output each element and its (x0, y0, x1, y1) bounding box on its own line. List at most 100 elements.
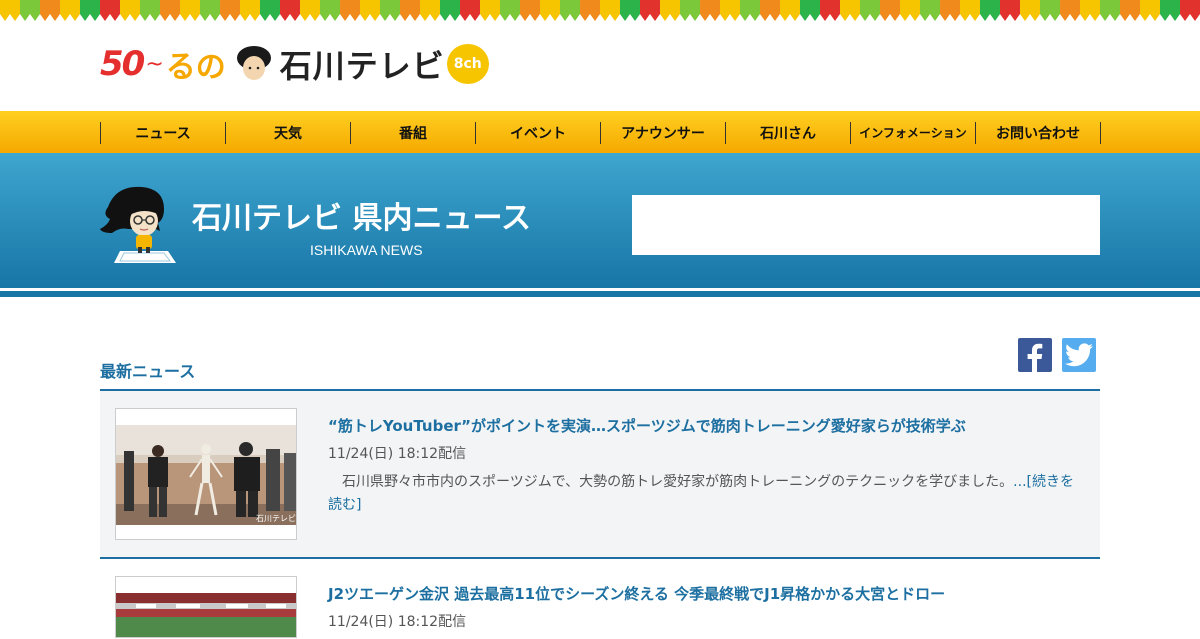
bunting-flag (320, 0, 340, 21)
nav-item-events[interactable]: イベント (476, 122, 601, 144)
global-nav-list: ニュース 天気 番組 イベント アナウンサー 石川さん インフォメーション お問… (100, 122, 1101, 144)
news-list-item: 石川テレビ “筋トレYouTuber”がポイントを実演…スポーツジムで筋肉トレー… (100, 391, 1100, 559)
bunting-flag (240, 0, 260, 21)
bunting-flag (100, 0, 120, 21)
bunting-flag (820, 0, 840, 21)
news-thumbnail[interactable] (115, 576, 297, 638)
bunting-flag (440, 0, 460, 21)
nav-item-programs[interactable]: 番組 (351, 122, 476, 144)
news-thumbnail[interactable]: 石川テレビ (115, 408, 297, 540)
bunting-flag (480, 0, 500, 21)
bunting-flag (760, 0, 780, 21)
bunting-flag (160, 0, 180, 21)
nav-item-contact[interactable]: お問い合わせ (976, 122, 1101, 144)
bunting-flag (1000, 0, 1020, 21)
nav-item-weather[interactable]: 天気 (226, 122, 351, 144)
site-header: 50 ~ るの 石川テレビ 8ch (0, 22, 1200, 111)
mascot-icon (236, 46, 271, 80)
bunting-flag (80, 0, 100, 21)
bunting-flag (400, 0, 420, 21)
bunting-flag (120, 0, 140, 21)
bunting-flag (200, 0, 220, 21)
news-list-item: J2ツエーゲン金沢 過去最高11位でシーズン終える 今季最終戦でJ1昇格かかる大… (100, 559, 1100, 639)
news-date: 11/24(日) 18:12配信 (328, 614, 467, 630)
bunting-flag (360, 0, 380, 21)
nav-item-ishikawa-san[interactable]: 石川さん (726, 122, 851, 144)
bunting-flag (980, 0, 1000, 21)
bunting-flag (180, 0, 200, 21)
nav-item-announcers[interactable]: アナウンサー (601, 122, 726, 144)
bunting-flag (220, 0, 240, 21)
bunting-flag (380, 0, 400, 21)
bunting-flag (60, 0, 80, 21)
logo-name: 石川テレビ (279, 47, 445, 85)
bunting-flag (620, 0, 640, 21)
bunting-flag (960, 0, 980, 21)
bunting-flag (1160, 0, 1180, 21)
bunting-flag (500, 0, 520, 21)
nav-item-information[interactable]: インフォメーション (851, 122, 976, 144)
facebook-share-button[interactable] (1018, 338, 1052, 372)
bunting-flag (40, 0, 60, 21)
stadium-photo-image (116, 577, 296, 637)
bunting-flag (1080, 0, 1100, 21)
bunting-flag (580, 0, 600, 21)
thumbnail-watermark: 石川テレビ (256, 514, 296, 523)
bunting-flag (640, 0, 660, 21)
bunting-flag (900, 0, 920, 21)
gym-photo-image: 石川テレビ (116, 409, 296, 539)
hero-divider-blue (0, 291, 1200, 297)
news-summary: 石川県野々市市内のスポーツジムで、大勢の筋トレ愛好家が筋肉トレーニングのテクニッ… (328, 471, 1080, 517)
bunting-flag (1060, 0, 1080, 21)
page-title: 石川テレビ 県内ニュース (192, 201, 531, 236)
bunting-flag (140, 0, 160, 21)
bunting-flag (680, 0, 700, 21)
channel-badge: 8ch (446, 44, 489, 84)
bunting-flag (1140, 0, 1160, 21)
bunting-flag (20, 0, 40, 21)
bunting-flag (700, 0, 720, 21)
news-date: 11/24(日) 18:12配信 (328, 446, 467, 462)
bunting-flag (1040, 0, 1060, 21)
bunting-flag (720, 0, 740, 21)
bunting-flag (880, 0, 900, 21)
bunting-flag (660, 0, 680, 21)
bunting-flag (520, 0, 540, 21)
bunting-flag (560, 0, 580, 21)
bunting-flag (260, 0, 280, 21)
logo-anniversary: 50 (100, 44, 145, 84)
bunting-flag (740, 0, 760, 21)
bunting-flag (920, 0, 940, 21)
hero-mascot-icon (100, 186, 176, 263)
section-title: 最新ニュース (100, 362, 196, 381)
bunting-flag (860, 0, 880, 21)
bunting-flag (280, 0, 300, 21)
bunting-flag (940, 0, 960, 21)
bunting-flag (800, 0, 820, 21)
bunting-flag (600, 0, 620, 21)
bunting-flag (300, 0, 320, 21)
facebook-icon (1027, 343, 1043, 372)
ad-banner-slot[interactable] (632, 195, 1100, 255)
news-title[interactable]: “筋トレYouTuber”がポイントを実演…スポーツジムで筋肉トレーニング愛好家… (328, 415, 966, 436)
bunting-flag (1180, 0, 1200, 21)
site-logo[interactable]: 50 ~ るの 石川テレビ 8ch (100, 42, 489, 86)
top-bunting (0, 0, 1200, 22)
bunting-flag (840, 0, 860, 21)
news-summary-text: 石川県野々市市内のスポーツジムで、大勢の筋トレ愛好家が筋肉トレーニングのテクニッ… (342, 474, 1014, 490)
bunting-flag (340, 0, 360, 21)
bunting-flag (1100, 0, 1120, 21)
bunting-flag (780, 0, 800, 21)
bunting-flag (540, 0, 560, 21)
bunting-flag (1020, 0, 1040, 21)
nav-item-news[interactable]: ニュース (101, 122, 226, 144)
news-title[interactable]: J2ツエーゲン金沢 過去最高11位でシーズン終える 今季最終戦でJ1昇格かかる大… (328, 583, 945, 604)
twitter-share-button[interactable] (1062, 338, 1096, 372)
bunting-flag (420, 0, 440, 21)
bunting-flag (1120, 0, 1140, 21)
global-nav: ニュース 天気 番組 イベント アナウンサー 石川さん インフォメーション お問… (0, 111, 1200, 153)
twitter-icon (1065, 343, 1093, 367)
logo-tilde: ~ (145, 51, 164, 77)
page-subtitle: ISHIKAWA NEWS (310, 242, 423, 258)
bunting-flag (460, 0, 480, 21)
